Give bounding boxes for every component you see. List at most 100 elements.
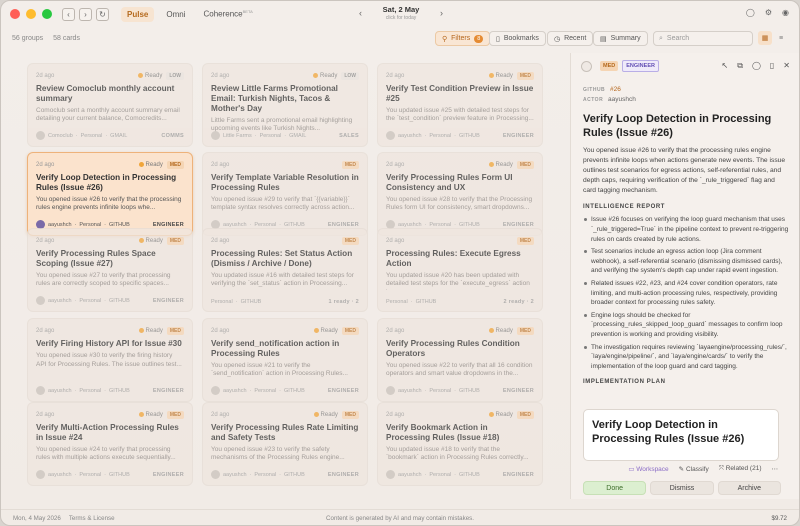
card-space: Personal: [429, 387, 452, 394]
card-footer: Personal · GITHUB 2 ready · 2: [386, 299, 534, 305]
grid-view-button[interactable]: ▦: [758, 31, 772, 45]
card-description: Comoclub sent a monthly account summary …: [36, 106, 180, 123]
classify-link[interactable]: ✎ Classify: [679, 465, 709, 473]
workspace-label: Workspace: [636, 466, 669, 473]
more-icon[interactable]: ⋯: [772, 465, 779, 473]
priority-badge: MED: [516, 236, 534, 245]
copy-icon[interactable]: ⧉: [737, 61, 743, 71]
card-team: 2 ready · 2: [503, 299, 534, 305]
tab-omni[interactable]: Omni: [160, 7, 191, 22]
card[interactable]: 2d ago Ready MED Verify Processing Rules…: [202, 402, 368, 486]
filters-button[interactable]: ⚲ Filters 8: [435, 31, 491, 46]
intel-heading: INTELLIGENCE REPORT: [583, 204, 666, 211]
card-title: Verify Processing Rules Rate Limiting an…: [211, 423, 359, 442]
settings-icon[interactable]: ⚙: [765, 8, 772, 17]
tab-pulse[interactable]: Pulse: [121, 6, 155, 22]
card-space: Personal: [259, 132, 282, 139]
summary-button[interactable]: ▤ Summary: [593, 31, 648, 46]
card-source: GITHUB: [458, 132, 480, 139]
card[interactable]: 2d ago MED Processing Rules: Set Status …: [202, 228, 368, 312]
card[interactable]: 2d ago Ready MED Verify Bookmark Action …: [377, 402, 543, 486]
close-icon[interactable]: ✕: [783, 61, 790, 71]
comment-icon[interactable]: ◯: [752, 61, 761, 71]
detail-body: GITHUB #26 ACTOR aayushch Verify Loop De…: [583, 85, 789, 385]
app-window: ‹ › ↻ Pulse Omni CoherenceBETA ‹ Sat, 2 …: [0, 0, 800, 526]
forward-button[interactable]: ›: [79, 7, 92, 21]
card[interactable]: 2d ago Ready MED Verify Multi-Action Pro…: [27, 402, 193, 486]
card-age: 2d ago: [211, 237, 230, 244]
card[interactable]: 2d ago Ready MED Verify send_notificatio…: [202, 318, 368, 402]
card[interactable]: 2d ago Ready MED Verify Processing Rules…: [27, 228, 193, 312]
chat-icon[interactable]: ◯: [746, 8, 755, 17]
card-team: ENGINEER: [327, 387, 359, 394]
card-footer: aayushch · Personal · GITHUB ENGINEER: [211, 470, 359, 479]
card[interactable]: 2d ago Ready MED Verify Processing Rules…: [377, 318, 543, 402]
card-status: Ready: [495, 72, 513, 79]
card[interactable]: 2d ago Ready LOW Review Little Farms Pro…: [202, 63, 368, 147]
close-window-button[interactable]: [10, 9, 20, 19]
workspace-link[interactable]: ▭ Workspace: [628, 465, 668, 473]
card-team: ENGINEER: [502, 221, 534, 228]
prev-day-button[interactable]: ‹: [359, 8, 362, 18]
card[interactable]: 2d ago Ready MED Verify Test Condition P…: [377, 63, 543, 147]
card-source: GITHUB: [108, 297, 130, 304]
archive-button[interactable]: Archive: [717, 481, 781, 495]
card-header: 2d ago Ready MED: [386, 326, 534, 335]
status-circle-icon[interactable]: [581, 60, 592, 72]
card-header: 2d ago Ready MED: [36, 236, 184, 245]
card[interactable]: 2d ago Ready MED Verify Firing History A…: [27, 318, 193, 402]
tab-coherence[interactable]: CoherenceBETA: [197, 6, 258, 22]
done-button[interactable]: Done: [583, 481, 647, 495]
card-space: Personal: [429, 221, 452, 228]
card-status: Ready: [145, 237, 163, 244]
related-link[interactable]: ⤧ Related (21): [719, 465, 762, 473]
card-footer: aayushch · Personal · GITHUB ENGINEER: [386, 470, 534, 479]
card-age: 2d ago: [386, 72, 405, 79]
card-header: 2d ago Ready MED: [386, 71, 534, 80]
card[interactable]: 2d ago Ready MED Verify Processing Rules…: [377, 152, 543, 236]
pin-icon[interactable]: ↖: [722, 61, 729, 71]
refresh-button[interactable]: ↻: [96, 7, 109, 21]
card-header: 2d ago Ready LOW: [36, 71, 184, 80]
issue-link[interactable]: #26: [610, 86, 621, 93]
search-input[interactable]: ⌕ Search: [653, 31, 753, 46]
card-title: Verify Bookmark Action in Processing Rul…: [386, 423, 500, 442]
date-navigator: ‹ Sat, 2 May click for today ›: [359, 5, 443, 21]
dismiss-button[interactable]: Dismiss: [650, 481, 714, 495]
card-team: ENGINEER: [152, 221, 184, 228]
card[interactable]: 2d ago Ready MED Verify Loop Detection i…: [27, 152, 193, 236]
card-age: 2d ago: [386, 327, 405, 334]
card-author: Little Farms: [223, 132, 252, 139]
bookmarks-button[interactable]: ▯ Bookmarks: [489, 31, 546, 46]
card-footer: aayushch · Personal · GITHUB ENGINEER: [36, 386, 184, 395]
card-header: 2d ago Ready MED: [36, 160, 184, 169]
date-display[interactable]: Sat, 2 May click for today: [383, 5, 420, 21]
card-title: Processing Rules: Set Status Action (Dis…: [211, 249, 353, 268]
card-status: Ready: [495, 161, 513, 168]
card-source: GITHUB: [283, 387, 305, 394]
current-date: Sat, 2 May: [382, 5, 420, 14]
minimize-window-button[interactable]: [26, 9, 36, 19]
status-dot-icon: [137, 73, 143, 78]
card[interactable]: 2d ago MED Processing Rules: Execute Egr…: [377, 228, 543, 312]
detail-buttons: Done Dismiss Archive: [583, 481, 781, 495]
back-button[interactable]: ‹: [62, 7, 75, 21]
card[interactable]: 2d ago Ready LOW Review Comoclub monthly…: [27, 63, 193, 147]
priority-badge: MED: [516, 326, 534, 335]
list-view-button[interactable]: ≡: [774, 31, 788, 45]
card-description: You opened issue #29 to verify that `{{v…: [211, 195, 355, 212]
zoom-window-button[interactable]: [42, 9, 52, 19]
status-indicator: Ready: [488, 412, 513, 418]
recent-button[interactable]: ◷ Recent: [547, 31, 594, 46]
card-title: Verify Template Variable Resolution in P…: [211, 173, 359, 192]
card-space: Personal: [80, 132, 103, 139]
next-day-button[interactable]: ›: [440, 8, 443, 18]
actor-label: ACTOR: [583, 96, 604, 103]
bookmark-icon[interactable]: ▯: [770, 61, 774, 71]
card-age: 2d ago: [36, 161, 55, 168]
profile-icon[interactable]: ◉: [782, 8, 789, 17]
card[interactable]: 2d ago MED Verify Template Variable Reso…: [202, 152, 368, 236]
refresh-icon: ↻: [99, 9, 106, 19]
card-space: Personal: [386, 299, 408, 305]
card-status: Ready: [145, 327, 163, 334]
